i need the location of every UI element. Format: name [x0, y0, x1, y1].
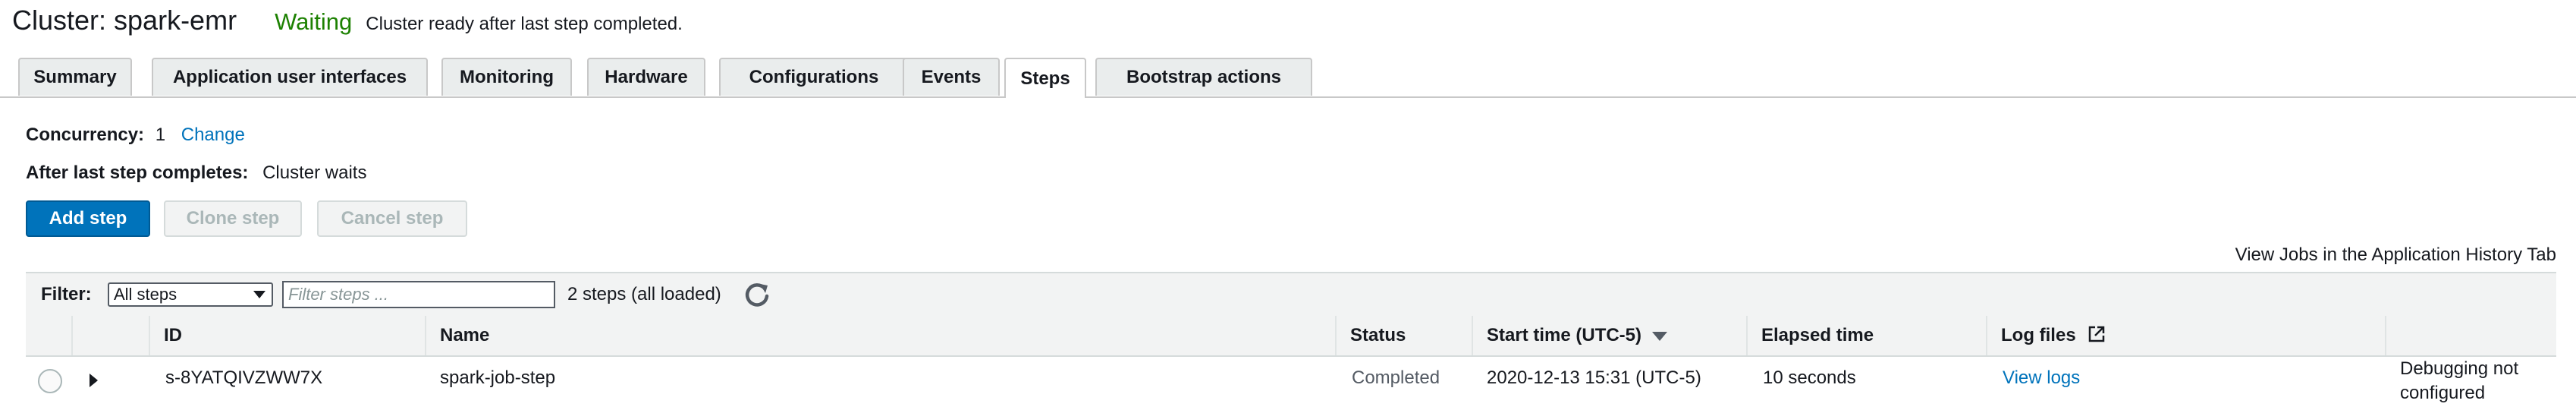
tab-bootstrap-actions[interactable]: Bootstrap actions: [1095, 58, 1312, 96]
after-last-step-row: After last step completes: Cluster waits: [26, 162, 366, 184]
external-link-icon: [2089, 326, 2105, 342]
column-header-name[interactable]: Name: [425, 316, 1376, 355]
cluster-status-message: Cluster ready after last step completed.: [366, 14, 683, 34]
column-header-start-time[interactable]: Start time (UTC-5): [1472, 316, 1746, 355]
step-elapsed-time: 10 seconds: [1763, 367, 1856, 388]
tab-steps[interactable]: Steps: [1004, 58, 1086, 98]
step-id: s-8YATQIVZWW7X: [165, 367, 323, 388]
select-column-header: [26, 316, 71, 355]
chevron-down-icon: [253, 291, 265, 298]
cluster-status: Waiting: [275, 8, 353, 35]
steps-count: 2 steps (all loaded): [567, 284, 721, 304]
after-last-step-label: After last step completes:: [26, 162, 249, 183]
view-jobs-link[interactable]: View Jobs in the Application History Tab: [2235, 244, 2556, 266]
expand-row-icon[interactable]: [90, 374, 98, 387]
concurrency-row: Concurrency: 1 Change: [26, 125, 245, 146]
column-header-id[interactable]: ID: [149, 316, 422, 355]
table-header: ID Name Status Start time (UTC-5) Elapse…: [26, 316, 2556, 357]
tab-configurations[interactable]: Configurations: [719, 58, 909, 96]
step-name: spark-job-step: [440, 367, 556, 388]
filter-bar: Filter: All steps Filter steps ... 2 ste…: [26, 272, 2556, 317]
filter-steps-input[interactable]: Filter steps ...: [282, 281, 555, 308]
add-step-button[interactable]: Add step: [26, 200, 150, 237]
expand-column-header: [71, 316, 114, 355]
after-last-step-value: Cluster waits: [262, 162, 367, 183]
debugging-status: Debugging not configured: [2400, 357, 2518, 405]
sort-descending-icon: [1652, 331, 1668, 341]
cluster-header: Cluster: spark-emr Waiting Cluster ready…: [12, 5, 683, 43]
page-title: Cluster: spark-emr: [12, 5, 237, 36]
debug-column-header: [2385, 316, 2556, 355]
step-status: Completed: [1352, 367, 1440, 388]
start-time-header-label: Start time (UTC-5): [1487, 325, 1642, 345]
row-select-radio[interactable]: [38, 369, 62, 393]
step-start-time: 2020-12-13 15:31 (UTC-5): [1487, 367, 1701, 388]
concurrency-value: 1: [155, 125, 166, 145]
log-files-header-label: Log files: [2001, 325, 2076, 345]
column-header-log-files[interactable]: Log files: [1986, 316, 2385, 355]
debugging-status-line2: configured: [2400, 383, 2486, 403]
clone-step-button[interactable]: Clone step: [164, 200, 302, 237]
tab-summary[interactable]: Summary: [18, 58, 132, 96]
column-header-elapsed-time[interactable]: Elapsed time: [1746, 316, 1986, 355]
step-filter-selected: All steps: [114, 285, 177, 304]
tab-hardware[interactable]: Hardware: [587, 58, 705, 96]
change-concurrency-link[interactable]: Change: [181, 125, 245, 145]
step-filter-select[interactable]: All steps: [108, 282, 273, 307]
tab-events[interactable]: Events: [903, 58, 1000, 96]
refresh-icon[interactable]: [742, 279, 772, 310]
table-row[interactable]: s-8YATQIVZWW7X spark-job-step Completed …: [26, 357, 2556, 410]
tab-monitoring[interactable]: Monitoring: [441, 58, 572, 96]
cancel-step-button[interactable]: Cancel step: [317, 200, 467, 237]
debugging-status-line1: Debugging not: [2400, 358, 2519, 379]
concurrency-label: Concurrency:: [26, 125, 145, 145]
tab-application-user-interfaces[interactable]: Application user interfaces: [152, 58, 428, 96]
filter-label: Filter:: [41, 284, 92, 304]
view-logs-link[interactable]: View logs: [2003, 367, 2080, 389]
column-header-status[interactable]: Status: [1335, 316, 1461, 355]
tab-bar: Summary Application user interfaces Moni…: [18, 58, 2576, 98]
